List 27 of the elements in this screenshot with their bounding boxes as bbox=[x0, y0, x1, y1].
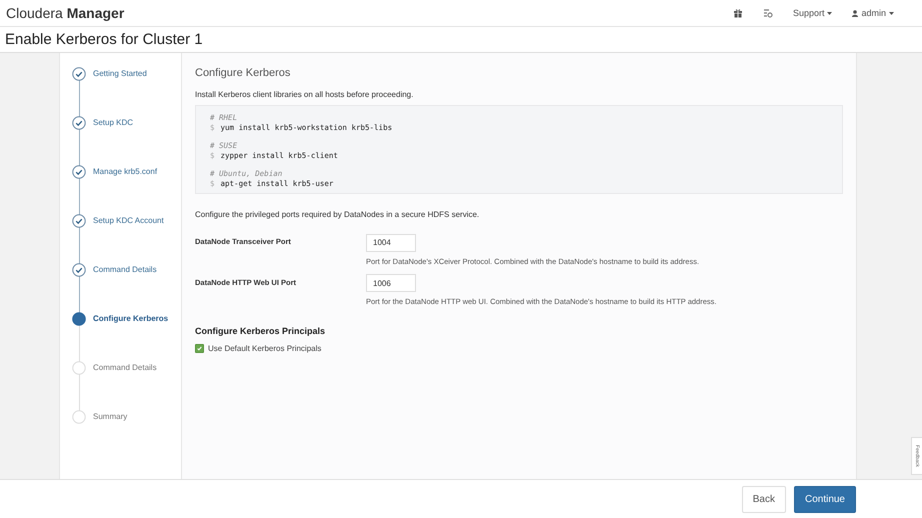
support-menu[interactable]: Support bbox=[792, 8, 832, 18]
wizard-step[interactable]: Manage krb5.conf bbox=[93, 167, 158, 176]
gift-icon[interactable] bbox=[732, 8, 743, 18]
ports-intro-text: Configure the privileged ports required by DataNodes in a secure HDFS service. bbox=[195, 210, 480, 219]
caret-icon bbox=[827, 12, 832, 14]
intro-text: Install Kerberos client libraries on all hosts before proceeding. bbox=[195, 90, 414, 99]
brand-logo[interactable]: Cloudera Manager bbox=[6, 5, 124, 21]
page-title: Enable Kerberos for Cluster 1 bbox=[5, 31, 203, 48]
port-input[interactable]: 1006 bbox=[366, 274, 416, 292]
wizard-step[interactable]: Configure Kerberos bbox=[93, 314, 168, 323]
tasks-icon[interactable] bbox=[762, 8, 773, 18]
continue-button[interactable]: Continue bbox=[794, 486, 856, 512]
checkbox-label: Use Default Kerberos Principals bbox=[208, 344, 322, 353]
back-button[interactable]: Back bbox=[742, 486, 786, 512]
port-input[interactable]: 1004 bbox=[366, 234, 416, 252]
wizard-step[interactable]: Setup KDC bbox=[93, 118, 134, 127]
wizard-step[interactable]: Getting Started bbox=[93, 69, 147, 78]
wizard-step[interactable]: Summary bbox=[93, 412, 128, 421]
wizard-step[interactable]: Setup KDC Account bbox=[93, 216, 164, 225]
section-title: Configure Kerberos bbox=[195, 67, 292, 79]
wizard-step[interactable]: Command Details bbox=[93, 265, 157, 274]
user-icon bbox=[852, 10, 858, 16]
user-menu[interactable]: admin bbox=[852, 8, 894, 18]
wizard-step[interactable]: Command Details bbox=[93, 363, 157, 372]
subsection-title: Configure Kerberos Principals bbox=[195, 326, 326, 336]
checkbox[interactable] bbox=[195, 344, 204, 353]
caret-icon bbox=[889, 12, 894, 14]
